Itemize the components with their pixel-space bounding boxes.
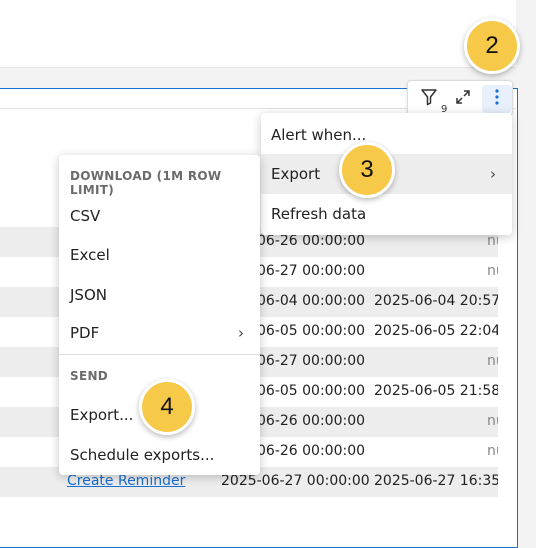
table-cell: 2025-06-05 21:58:4 xyxy=(374,383,514,399)
expand-icon xyxy=(454,88,472,110)
more-options-button[interactable] xyxy=(482,85,512,113)
menu-item-label: Refresh data xyxy=(271,205,367,223)
expand-button[interactable] xyxy=(448,85,478,113)
menu-item-csv[interactable]: CSV xyxy=(59,197,260,235)
menu-item-label: Alert when... xyxy=(271,126,367,144)
menu-item-label: Export... xyxy=(70,406,134,424)
step-badge: 3 xyxy=(339,142,395,198)
table-cell: 06-04 00:00:00 xyxy=(257,293,366,309)
vertical-dots-icon xyxy=(494,88,500,110)
menu-item-json[interactable]: JSON xyxy=(59,276,260,314)
menu-item-excel[interactable]: Excel xyxy=(59,236,260,274)
menu-item-label: Export xyxy=(271,165,321,183)
table-cell: 06-05 00:00:00 xyxy=(257,383,366,399)
table-cell: 2025-06-27 16:35:5 xyxy=(374,473,514,489)
chevron-right-icon: › xyxy=(238,324,244,342)
table-cell: 2025-06-05 22:04:2 xyxy=(374,323,514,339)
table-cell: 06-05 00:00:00 xyxy=(257,323,366,339)
menu-item-label: CSV xyxy=(70,207,101,225)
right-gutter xyxy=(516,0,536,548)
send-section-header: SEND xyxy=(70,369,109,383)
step-badge: 2 xyxy=(464,18,520,74)
table-cell: 2025-06-27 00:00:00 xyxy=(221,473,370,489)
filter-icon xyxy=(419,87,439,111)
menu-item-pdf[interactable]: PDF › xyxy=(59,314,260,352)
table-cell: 06-27 00:00:00 xyxy=(257,263,366,279)
step-badge: 4 xyxy=(139,379,195,435)
menu-item-label: Schedule exports... xyxy=(70,446,215,464)
menu-divider xyxy=(59,354,260,355)
table-cell: 06-26 00:00:00 xyxy=(257,413,366,429)
panel-toolbar: 9 xyxy=(407,80,513,116)
table-cell: 06-26 00:00:00 xyxy=(257,233,366,249)
create-reminder-link[interactable]: Create Reminder xyxy=(67,473,185,489)
menu-item-refresh-data[interactable]: Refresh data xyxy=(261,194,512,234)
menu-item-label: Excel xyxy=(70,246,110,264)
table-clip-edge xyxy=(498,190,516,510)
menu-item-schedule-exports[interactable]: Schedule exports... xyxy=(59,436,260,474)
download-section-header: DOWNLOAD (1M ROW LIMIT) xyxy=(70,169,222,197)
top-area xyxy=(0,0,516,68)
table-cell: 2025-06-04 20:57:3 xyxy=(374,293,514,309)
table-cell: 06-26 00:00:00 xyxy=(257,443,366,459)
filter-button[interactable]: 9 xyxy=(414,85,447,115)
menu-item-label: JSON xyxy=(70,286,107,304)
menu-item-label: PDF xyxy=(70,324,100,342)
chevron-right-icon: › xyxy=(490,165,496,183)
table-cell: 06-27 00:00:00 xyxy=(257,353,366,369)
